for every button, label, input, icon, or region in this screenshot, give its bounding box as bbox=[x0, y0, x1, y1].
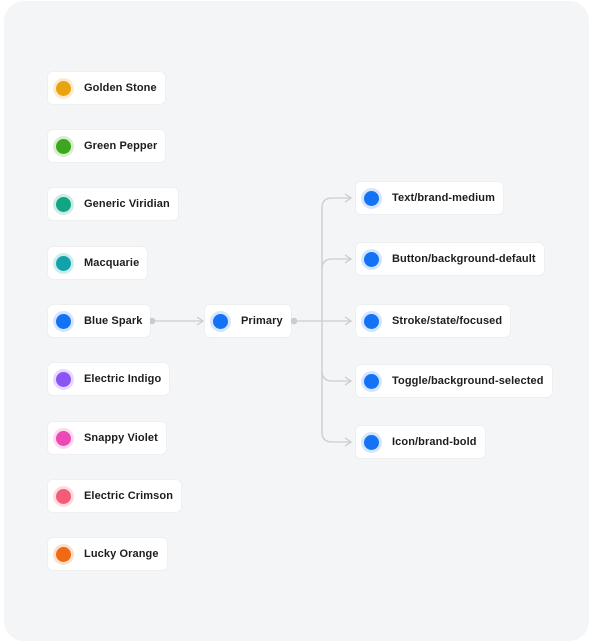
token-chip-toggle-background-selected[interactable]: Toggle/background-selected bbox=[356, 365, 552, 397]
color-swatch-icon bbox=[53, 310, 74, 332]
chip-label: Icon/brand-bold bbox=[392, 436, 477, 448]
diagram-canvas: Golden Stone Green Pepper Generic Viridi… bbox=[4, 1, 589, 641]
color-swatch-icon bbox=[361, 431, 382, 453]
chip-label: Button/background-default bbox=[392, 253, 536, 265]
chip-label: Electric Crimson bbox=[84, 490, 174, 502]
palette-chip-macquarie[interactable]: Macquarie bbox=[48, 247, 148, 279]
chip-label: Text/brand-medium bbox=[392, 192, 495, 204]
palette-chip-electric-indigo[interactable]: Electric Indigo bbox=[48, 363, 170, 395]
palette-chip-golden-stone[interactable]: Golden Stone bbox=[48, 72, 165, 104]
color-swatch-icon bbox=[361, 248, 382, 270]
color-swatch-icon bbox=[53, 135, 74, 157]
color-swatch-icon bbox=[53, 252, 74, 274]
connector-to-button-background-default bbox=[321, 258, 350, 270]
color-swatch-icon bbox=[53, 193, 74, 215]
color-swatch-icon bbox=[53, 427, 74, 449]
chip-label: Generic Viridian bbox=[84, 198, 170, 210]
connector-to-toggle-background-selected bbox=[321, 370, 350, 382]
palette-chip-green-pepper[interactable]: Green Pepper bbox=[48, 130, 166, 162]
token-chip-text-brand-medium[interactable]: Text/brand-medium bbox=[356, 182, 503, 214]
color-swatch-icon bbox=[361, 187, 382, 209]
palette-chip-electric-crimson[interactable]: Electric Crimson bbox=[48, 480, 182, 512]
palette-chip-snappy-violet[interactable]: Snappy Violet bbox=[48, 422, 166, 454]
color-swatch-icon bbox=[53, 543, 74, 565]
color-swatch-icon bbox=[210, 310, 231, 332]
color-swatch-icon bbox=[361, 310, 382, 332]
chip-label: Golden Stone bbox=[84, 82, 157, 94]
chip-label: Green Pepper bbox=[84, 140, 158, 152]
palette-chip-blue-spark[interactable]: Blue Spark bbox=[48, 305, 151, 337]
palette-chip-lucky-orange[interactable]: Lucky Orange bbox=[48, 538, 167, 570]
chip-label: Lucky Orange bbox=[84, 548, 159, 560]
color-swatch-icon bbox=[361, 370, 382, 392]
color-swatch-icon bbox=[53, 485, 74, 507]
alias-chip-primary[interactable]: Primary bbox=[205, 305, 291, 337]
chip-label: Macquarie bbox=[84, 257, 140, 269]
token-chip-button-background-default[interactable]: Button/background-default bbox=[356, 243, 544, 275]
chip-label: Snappy Violet bbox=[84, 432, 158, 444]
chip-label: Stroke/state/focused bbox=[392, 315, 503, 327]
chip-label: Toggle/background-selected bbox=[392, 375, 544, 387]
palette-chip-generic-viridian[interactable]: Generic Viridian bbox=[48, 188, 178, 220]
chip-label: Electric Indigo bbox=[84, 373, 162, 385]
token-chip-stroke-state-focused[interactable]: Stroke/state/focused bbox=[356, 305, 511, 337]
chip-label: Blue Spark bbox=[84, 315, 143, 327]
chip-label: Primary bbox=[241, 315, 283, 327]
token-chip-icon-brand-bold[interactable]: Icon/brand-bold bbox=[356, 426, 485, 458]
color-swatch-icon bbox=[53, 77, 74, 99]
color-swatch-icon bbox=[53, 368, 74, 390]
